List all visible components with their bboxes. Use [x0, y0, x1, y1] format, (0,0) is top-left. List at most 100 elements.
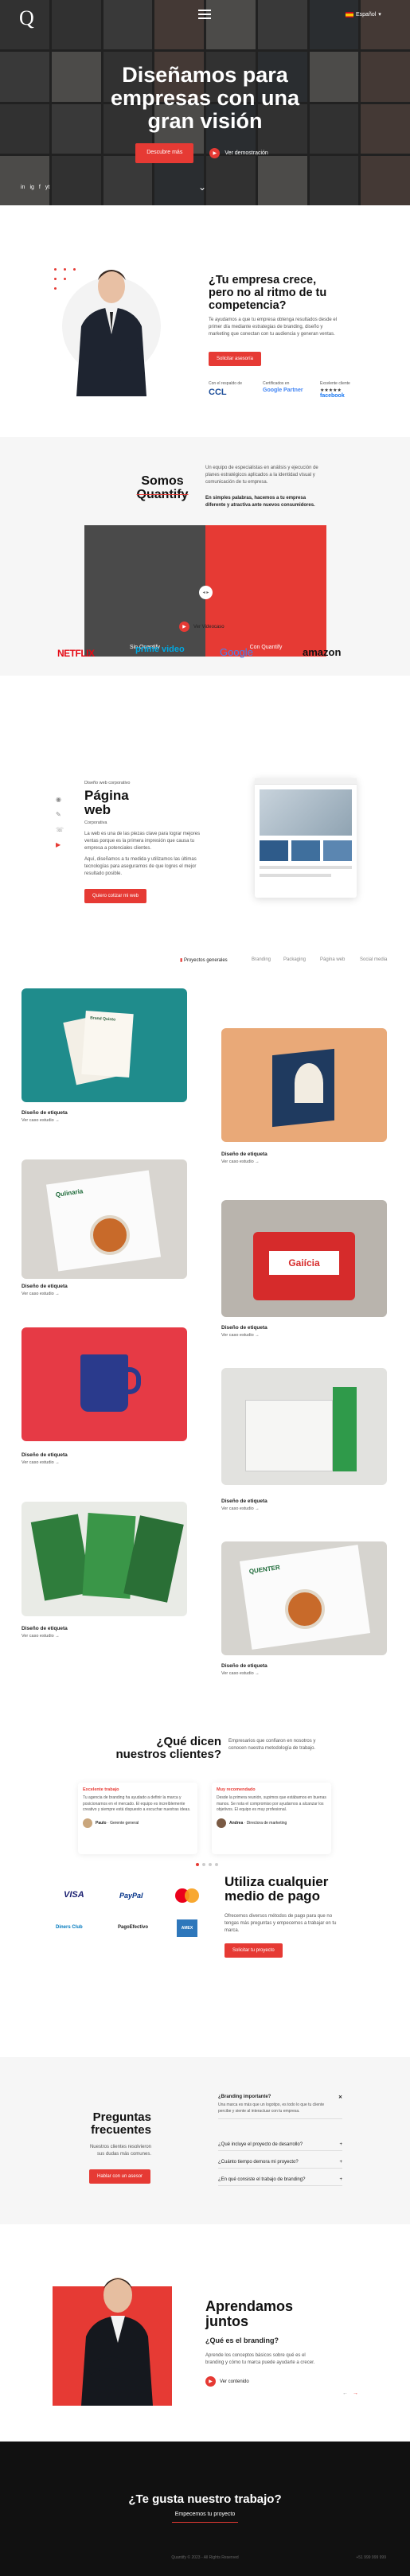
mockup-browser-bar — [255, 778, 357, 785]
avatar — [217, 1818, 226, 1828]
portfolio-card-image[interactable] — [21, 1327, 187, 1441]
arrow-left-icon[interactable]: ← — [342, 2391, 348, 2396]
portfolio-item-title: Diseño de etiqueta — [21, 1284, 68, 1289]
carousel-dots[interactable] — [196, 1863, 218, 1866]
compare-before-panel: Sin Quantify — [84, 525, 205, 657]
learn-pagination[interactable]: ← → — [342, 2391, 358, 2396]
web-subtitle: Corporativa — [84, 820, 107, 825]
instagram-icon[interactable]: ig — [29, 185, 33, 190]
linkedin-icon[interactable]: in — [21, 185, 25, 190]
learn-content-link[interactable]: ▶ Ver contenido — [205, 2376, 249, 2387]
filter-branding[interactable]: Branding — [252, 957, 271, 962]
testimonials-title: ¿Qué dicen nuestros clientes? — [115, 1735, 221, 1761]
arrow-right-icon[interactable]: → — [353, 2391, 358, 2396]
faq-item[interactable]: ¿En qué consiste el trabajo de branding?… — [218, 2177, 342, 2186]
decorative-dot — [64, 278, 66, 280]
compare-after-panel: Con Quantify — [205, 525, 326, 657]
cert-ccl: Con el respaldo de CCL — [209, 381, 242, 397]
filter-web[interactable]: Página web — [320, 957, 345, 962]
close-icon[interactable]: ✕ — [338, 2095, 342, 2100]
portfolio-item-title: Diseño de etiqueta — [21, 1626, 68, 1631]
faq-item-open[interactable]: ¿Branding importante? ✕ Una marca es más… — [218, 2095, 342, 2119]
portfolio-item-link[interactable]: Ver caso estudio → — [21, 1292, 60, 1296]
visa-logo: VISA — [64, 1890, 84, 1900]
youtube-icon[interactable]: yt — [45, 185, 49, 190]
decorative-dot — [54, 268, 57, 271]
portfolio-item-link[interactable]: Ver caso estudio → — [21, 1634, 60, 1639]
growth-title: ¿Tu empresa crece, pero no al ritmo de t… — [209, 274, 327, 312]
filter-packaging[interactable]: Packaging — [283, 957, 306, 962]
web-title: Página web — [84, 788, 129, 817]
decorative-dot — [54, 287, 57, 290]
decorative-dot — [64, 268, 66, 271]
facebook-icon[interactable]: f — [39, 185, 41, 190]
filter-all[interactable]: ▮ Proyectos generales — [180, 957, 228, 963]
portfolio-card-image[interactable] — [21, 1502, 187, 1616]
brand-netflix: NETFLIX — [57, 648, 95, 659]
portfolio-item-link[interactable]: Ver caso estudio → — [221, 1671, 260, 1676]
language-label: Español — [356, 11, 377, 18]
hamburger-icon[interactable] — [198, 10, 211, 21]
logo[interactable]: Q — [19, 6, 34, 30]
portfolio-item-title: Diseño de etiqueta — [21, 1452, 68, 1458]
portfolio-item-title: Diseño de etiqueta — [21, 1110, 68, 1116]
web-body2: Aquí, diseñamos a tu medida y utilizamos… — [84, 857, 197, 876]
talk-advisor-button[interactable]: Hablar con un asesor — [89, 2169, 151, 2184]
payment-title: Utiliza cualquier medio de pago — [225, 1874, 329, 1904]
portfolio-item-link[interactable]: Ver caso estudio → — [21, 1118, 60, 1123]
brand-prime-video: prime video — [135, 645, 185, 654]
compare-slider-handle[interactable]: ◂ ▸ — [199, 586, 213, 599]
scroll-down-icon[interactable]: ⌄ — [198, 181, 206, 193]
portfolio-item-link[interactable]: Ver caso estudio → — [21, 1460, 60, 1465]
portfolio-card-image[interactable]: Brand Quinto — [21, 988, 187, 1102]
portfolio-item-title: Diseño de etiqueta — [221, 1152, 267, 1157]
discover-more-button[interactable]: Descubre más — [135, 143, 194, 163]
web-mockup — [255, 778, 357, 898]
portfolio-item-title: Diseño de etiqueta — [221, 1498, 267, 1504]
mockup-hero-image — [260, 789, 352, 836]
faq-item[interactable]: ¿Qué incluye el proyecto de desarrollo? + — [218, 2142, 342, 2151]
quote-web-button[interactable]: Quiero cotizar mi web — [84, 889, 147, 903]
portfolio-card-image[interactable]: Gaiícia — [221, 1200, 387, 1317]
diners-logo: Diners Club — [56, 1925, 83, 1930]
learn-body: Aprende los conceptos básicos sobre qué … — [205, 2353, 315, 2365]
phone-icon: ☏ — [56, 826, 64, 833]
faq-item[interactable]: ¿Cuánto tiempo demora mi proyecto? + — [218, 2160, 342, 2169]
play-icon: ▶ — [209, 148, 221, 158]
faq-title: Preguntas frecuentes — [91, 2110, 151, 2137]
play-icon: ▶ — [179, 622, 189, 632]
video-case-link[interactable]: ▶ Ver Videocaso — [179, 622, 225, 632]
request-advice-button[interactable]: Solicitar asesoría — [209, 352, 262, 366]
paypal-logo: PayPal — [119, 1892, 143, 1900]
request-project-button[interactable]: Solicitar tu proyecto — [225, 1943, 283, 1958]
testimonial-card: Excelente trabajo Tu agencia de branding… — [78, 1783, 197, 1854]
portfolio-card-image[interactable]: QUENTER — [221, 1541, 387, 1655]
language-selector[interactable]: Español ▾ — [346, 11, 381, 18]
testimonials-intro: Empresarios que confiaron en nosotros y … — [228, 1739, 316, 1751]
hero-section: Q Español ▾ Diseñamos para empresas con … — [0, 0, 410, 205]
learn-title: Aprendamos juntos — [205, 2298, 294, 2329]
faq-body: Nuestros clientes resolvieron sus dudas … — [89, 2145, 151, 2157]
plus-icon: + — [339, 2177, 342, 2182]
portfolio-card-image[interactable] — [221, 1028, 387, 1142]
footer-title: ¿Te gusta nuestro trabajo? — [128, 2492, 282, 2506]
chevron-down-icon: ▾ — [378, 12, 381, 18]
youtube-icon: ▶ — [56, 841, 61, 848]
portfolio-item-link[interactable]: Ver caso estudio → — [221, 1333, 260, 1338]
portfolio-item-title: Diseño de etiqueta — [221, 1663, 267, 1669]
footer-phone[interactable]: +51 999 999 999 — [356, 2555, 386, 2560]
filter-social[interactable]: Social media — [360, 957, 387, 962]
page: Q Español ▾ Diseñamos para empresas con … — [0, 0, 410, 2576]
portfolio-item-link[interactable]: Ver caso estudio → — [221, 1506, 260, 1511]
watch-demo-button[interactable]: ▶ Ver demostración — [203, 143, 274, 163]
avatar — [83, 1818, 92, 1828]
portfolio-item-link[interactable]: Ver caso estudio → — [221, 1159, 260, 1164]
testimonial-card: Muy recomendado Desde la primera reunión… — [212, 1783, 331, 1854]
portfolio-card-image[interactable] — [221, 1368, 387, 1485]
portfolio-card-image[interactable]: Qulinaria — [21, 1159, 187, 1279]
footer-cta-link[interactable]: Empecemos tu proyecto — [0, 2512, 410, 2517]
cert-facebook: Excelente cliente ★★★★★ facebook — [320, 380, 360, 399]
learn-question: ¿Qué es el branding? — [205, 2336, 279, 2344]
web-side-icons: ◉ ✎ ☏ ▶ — [56, 796, 64, 848]
presenter-portrait — [81, 2278, 153, 2406]
